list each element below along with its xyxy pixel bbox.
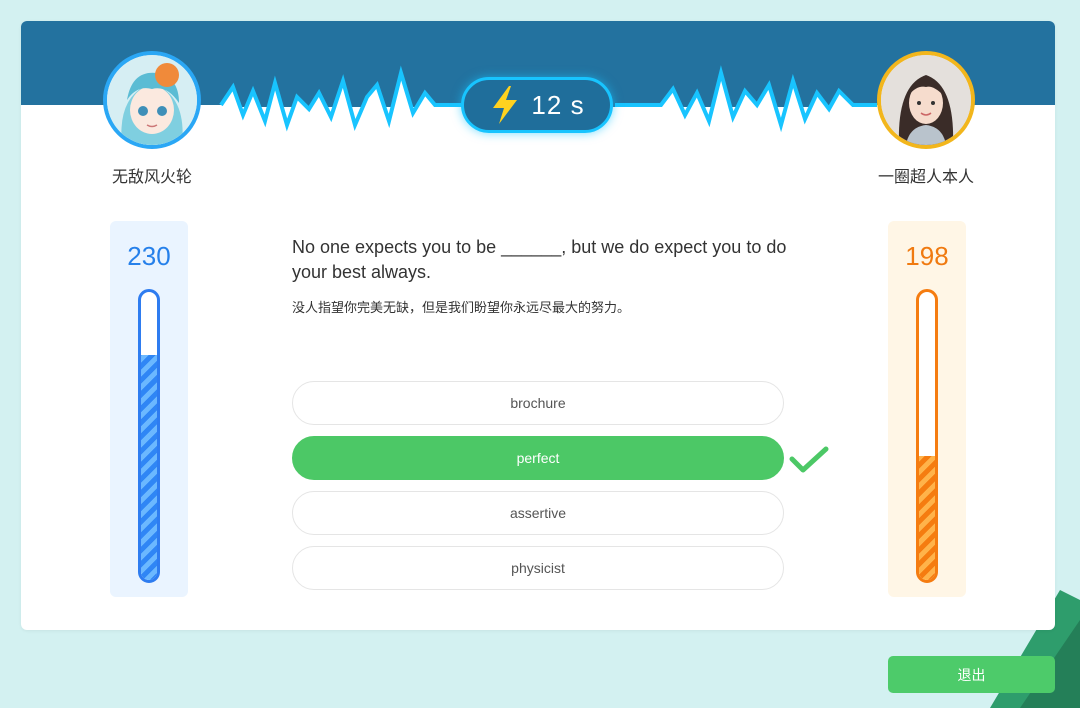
option-button[interactable]: perfect (292, 436, 784, 480)
score-right: 198 (905, 241, 949, 271)
player-name-left: 无敌风火轮 (111, 169, 192, 186)
option-button[interactable]: physicist (292, 546, 784, 590)
score-panel-left: 230 (110, 221, 188, 597)
person-avatar-icon (881, 55, 971, 145)
question-translation: 没人指望你完美无缺，但是我们盼望你永远尽最大的努力。 (292, 300, 631, 315)
score-bar-left (138, 289, 160, 583)
score-bar-right (916, 289, 938, 583)
timer-value: 12 s (531, 89, 585, 120)
option-button[interactable]: brochure (292, 381, 784, 425)
avatar-left (103, 51, 201, 149)
option-button[interactable]: assertive (292, 491, 784, 535)
exit-button[interactable]: 退出 (888, 656, 1055, 693)
quiz-card: 12 s 无敌风火轮 一圈超人本人 230 198 No one expects… (21, 21, 1055, 630)
question-text: No one expects you to be ______, but we … (292, 237, 787, 282)
lightning-icon (493, 86, 518, 124)
avatar-right (877, 51, 975, 149)
score-bar-fill-left (141, 355, 157, 580)
countdown-timer: 12 s (461, 77, 613, 133)
checkmark-icon (789, 446, 829, 473)
anime-avatar-icon (107, 55, 197, 145)
score-bar-fill-right (919, 456, 935, 580)
score-left: 230 (127, 241, 171, 271)
score-panel-right: 198 (888, 221, 966, 597)
player-name-right: 一圈超人本人 (877, 169, 974, 186)
